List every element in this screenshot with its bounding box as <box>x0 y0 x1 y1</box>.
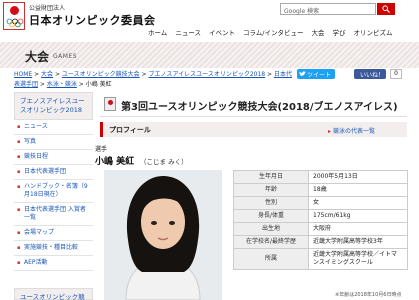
table-row: 所属 近畿大学附属高等学校／イトマンスイミングスクール <box>233 248 408 270</box>
joc-logo[interactable] <box>3 2 25 30</box>
search-button[interactable] <box>377 3 395 15</box>
sidebar-item-venue-map[interactable]: 会場マップ <box>14 226 93 241</box>
breadcrumb-separator: > <box>76 81 86 88</box>
like-label: いいね！0 <box>360 72 385 86</box>
breadcrumb-home[interactable]: HOME <box>14 71 32 78</box>
athlete-kana: （こじま みく） <box>140 158 188 166</box>
age-note: ※年齢は2018年10月6日時点 <box>335 292 402 298</box>
section-banner: 大会 GAMES <box>0 42 419 68</box>
nav-home[interactable]: ホーム <box>148 27 167 37</box>
row-value: 2000年5月13日 <box>308 170 408 184</box>
sun-icon <box>10 6 19 15</box>
row-value: 175cm/61kg <box>308 209 408 223</box>
sidebar-item-handbook[interactable]: ハンドブック・名簿（9月18日現在） <box>14 180 93 203</box>
table-row: 生年月日 2000年5月13日 <box>233 170 408 184</box>
page-title-box: 第3回ユースオリンピック競技大会(2018/ブエノスアイレス) <box>100 93 407 117</box>
sidebar: ブエノスアイレスユースオリンピック2018 ニュース 写真 競技日程 日本代表選… <box>14 92 93 271</box>
breadcrumb-games[interactable]: 大会 <box>41 71 53 78</box>
tweet-button[interactable]: ツイート <box>297 69 335 79</box>
sidebar-yog-link[interactable]: ユースオリンピック競技 <box>14 288 93 300</box>
table-row: 出生地 大阪府 <box>233 222 408 236</box>
athlete-role: 選手 <box>95 146 108 153</box>
nav-learn[interactable]: 学び <box>333 27 346 37</box>
site-header: 公益財団法人 日本オリンピック委員会 Google 検索 ホーム ニュース イベ… <box>0 0 419 42</box>
breadcrumb-separator: > <box>38 81 47 88</box>
like-button[interactable]: いいね！0 <box>354 69 386 86</box>
athlete-photo <box>104 170 222 300</box>
row-label: 性別 <box>233 196 309 210</box>
sidebar-head[interactable]: ブエノスアイレスユースオリンピック2018 <box>14 92 93 120</box>
breadcrumb-separator: > <box>53 71 62 78</box>
row-label: 身長/体重 <box>233 209 309 223</box>
table-row: 性別女 <box>233 196 408 210</box>
athlete-name: 小嶋 美紅 <box>95 157 135 167</box>
breadcrumb-separator: > <box>265 71 274 78</box>
breadcrumb-ba2018[interactable]: ブエノスアイレスユースオリンピック2018 <box>148 71 265 78</box>
row-value: 18歳 <box>308 183 408 197</box>
sidebar-item-sports[interactable]: 実施競技・種目比較 <box>14 241 93 256</box>
sidebar-item-schedule[interactable]: 競技日程 <box>14 150 93 165</box>
breadcrumb-swimming[interactable]: 水泳・競泳 <box>47 81 77 88</box>
sidebar-item-team[interactable]: 日本代表選手団 <box>14 165 93 180</box>
banner-subtitle: GAMES <box>53 53 78 60</box>
org-name[interactable]: 日本オリンピック委員会 <box>29 12 156 28</box>
breadcrumb: HOME > 大会 > ユースオリンピック競技大会 > ブエノスアイレスユースオ… <box>14 70 294 90</box>
banner-title: 大会 <box>25 50 50 64</box>
nav-events[interactable]: イベント <box>209 27 235 37</box>
profile-header: プロフィール 競泳の代表一覧 <box>100 122 407 137</box>
sidebar-item-photos[interactable]: 写真 <box>14 135 93 150</box>
row-label: 生年月日 <box>233 170 309 184</box>
swimming-team-link[interactable]: 競泳の代表一覧 <box>328 126 375 135</box>
nav-news[interactable]: ニュース <box>175 27 201 37</box>
athlete-portrait <box>104 170 222 300</box>
nav-olympism[interactable]: オリンピズム <box>354 27 393 37</box>
row-value: 近畿大学附属高等学校／イトマンスイミングスクール <box>308 248 408 270</box>
row-value: 大阪府 <box>308 222 408 236</box>
org-subtitle: 公益財団法人 <box>29 5 66 12</box>
row-label: 出生地 <box>233 222 309 236</box>
nav-columns[interactable]: コラム/インタビュー <box>243 27 304 37</box>
table-row: 年齢 18歳 <box>233 183 408 197</box>
profile-label: プロフィール <box>109 126 151 134</box>
sidebar-item-news[interactable]: ニュース <box>14 120 93 135</box>
breadcrumb-separator: > <box>32 71 42 78</box>
nav-games[interactable]: 大会 <box>312 27 325 37</box>
table-row: 身長/体重 175cm/61kg <box>233 209 408 223</box>
search-input[interactable]: Google 検索 <box>280 3 376 15</box>
row-label: 在学校名/最終学歴 <box>233 235 309 249</box>
row-value: 近畿大学附属高等学校3年 <box>308 235 408 249</box>
search-placeholder: Google 検索 <box>284 8 320 15</box>
twitter-icon <box>299 71 306 76</box>
row-label: 年齢 <box>233 183 309 197</box>
page-title: 第3回ユースオリンピック競技大会(2018/ブエノスアイレス) <box>121 102 398 113</box>
yog-emblem-icon <box>104 97 116 111</box>
share-count: 0 <box>390 69 402 79</box>
sidebar-item-winners[interactable]: 日本代表選手団 入賞者一覧 <box>14 203 93 226</box>
global-nav: ホーム ニュース イベント コラム/インタビュー 大会 学び オリンピズム <box>148 27 393 37</box>
sidebar-item-aep[interactable]: AEP活動 <box>14 256 93 271</box>
row-value: 女 <box>308 196 408 210</box>
table-row: 在学校名/最終学歴 近畿大学附属高等学校3年 <box>233 235 408 249</box>
breadcrumb-current: 小嶋 美紅 <box>85 81 112 88</box>
search-icon <box>382 5 390 13</box>
breadcrumb-yog[interactable]: ユースオリンピック競技大会 <box>62 71 140 78</box>
row-label: 所属 <box>233 248 309 270</box>
profile-table: 生年月日 2000年5月13日 年齢 18歳 性別女 身長/体重 175cm/61kg… <box>233 170 408 270</box>
olympic-rings-icon <box>6 18 24 28</box>
tweet-label: ツイート <box>307 72 332 79</box>
